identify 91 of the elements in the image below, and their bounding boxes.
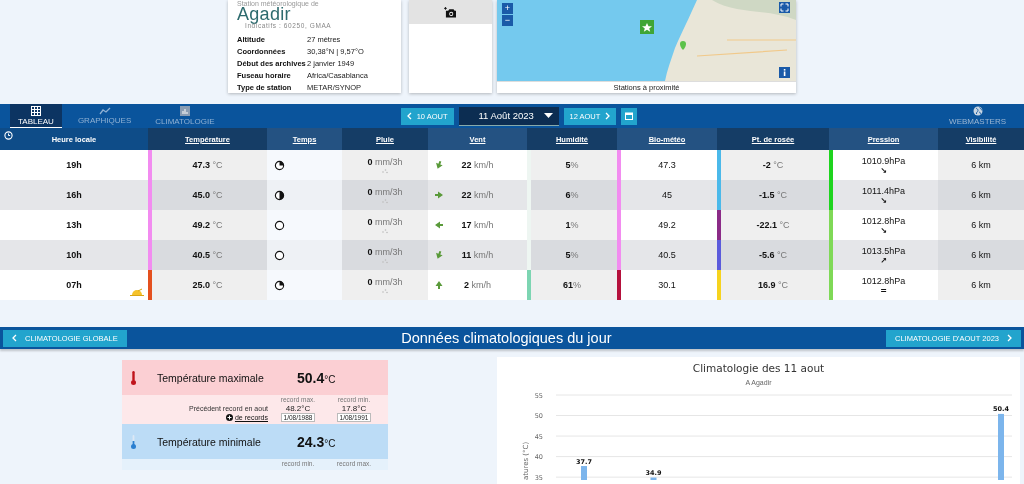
bar-chart-icon [179, 106, 190, 116]
dew-point-value: -5.6 °C [758, 250, 788, 260]
rain-value: 0 mm/3h [367, 156, 403, 167]
wind-value: 22 km/h [461, 190, 494, 200]
section-title: Données climatologiques du jour [401, 330, 612, 346]
bar [650, 477, 657, 480]
hour-cell: 19h [0, 150, 148, 180]
temperature-value: 47.3 °C [192, 160, 223, 170]
record-label: Température maximale [157, 371, 265, 384]
wind-value: 22 km/h [461, 160, 494, 170]
add-camera-icon[interactable] [444, 6, 457, 18]
visibility-value: 6 km [971, 280, 991, 290]
thermometer-icon [130, 434, 137, 449]
rain-drops-icon [381, 257, 389, 264]
record-temperature: 17.8°C [341, 404, 367, 413]
view-tab[interactable]: GRAPHIQUES [69, 104, 140, 128]
bio-value: 40.5 [658, 250, 676, 260]
bar [998, 413, 1004, 480]
view-tab[interactable]: TABLEAU [10, 104, 62, 128]
bio-value: 45 [662, 190, 672, 200]
rain-value: 0 mm/3h [367, 246, 403, 257]
grid-icon [30, 105, 41, 116]
hour-cell: 07h [0, 270, 148, 300]
pressure-value: 1013.5hPa [861, 245, 906, 256]
temperature-value: 45.0 °C [192, 190, 223, 200]
pressure-trend: ↘ [880, 226, 887, 235]
fullscreen-icon[interactable] [779, 2, 790, 13]
zoom-in-button[interactable]: + [502, 3, 513, 14]
dew-point-value: -22.1 °C [756, 220, 790, 230]
zoom-out-button[interactable]: − [502, 15, 513, 26]
info-icon[interactable] [779, 67, 790, 78]
pressure-value: 1012.8hPa [861, 215, 906, 226]
visibility-value: 6 km [971, 250, 991, 260]
humidity-value: 6% [565, 190, 579, 200]
temperature-value: 25.0 °C [192, 280, 223, 290]
rain-drops-icon [381, 197, 389, 204]
thermometer-icon [130, 370, 137, 385]
station-name: Agadir [237, 7, 291, 22]
line-chart-icon [98, 107, 111, 115]
pressure-trend: ↘ [880, 166, 887, 175]
record-value: 50.4°C [297, 369, 336, 386]
rain-drops-icon [381, 287, 389, 294]
visibility-value: 6 km [971, 190, 991, 200]
chevron-right-icon [1007, 334, 1012, 342]
date-select[interactable]: 11 Août 2023 [458, 106, 559, 126]
chevron-left-icon [406, 112, 412, 120]
bio-value: 47.3 [658, 160, 676, 170]
hour-cell: 13h [0, 210, 148, 240]
rain-value: 0 mm/3h [367, 216, 403, 227]
record-label: Température minimale [157, 435, 262, 448]
visibility-value: 6 km [971, 220, 991, 230]
dew-point-value: -1.5 °C [758, 190, 788, 200]
clock-icon [4, 131, 13, 140]
humidity-value: 1% [565, 220, 579, 230]
pressure-trend: ↘ [880, 196, 887, 205]
bar [581, 466, 587, 480]
rain-value: 0 mm/3h [367, 276, 403, 287]
view-tab[interactable]: CLIMATOLOGIE [147, 104, 223, 128]
chevron-left-icon [12, 334, 17, 342]
rain-drops-icon [381, 167, 389, 174]
humidity-value: 5% [565, 160, 579, 170]
chart-title: Climatologie des 11 aout [692, 362, 825, 375]
temperature-value: 40.5 °C [192, 250, 223, 260]
hour-cell: 16h [0, 180, 148, 210]
hour-cell: 10h [0, 240, 148, 270]
wind-value: 17 km/h [461, 220, 494, 230]
record-temperature: 48.2°C [285, 404, 311, 413]
humidity-value: 5% [565, 250, 579, 260]
pressure-value: 1010.9hPa [861, 155, 906, 166]
record-value: 24.3°C [297, 433, 336, 450]
temperature-value: 49.2 °C [192, 220, 223, 230]
visibility-value: 6 km [971, 160, 991, 170]
humidity-value: 61% [563, 280, 581, 290]
pressure-trend: = [880, 286, 887, 295]
chevron-right-icon [605, 112, 611, 120]
dew-point-value: 16.9 °C [757, 280, 789, 290]
bio-value: 49.2 [658, 220, 676, 230]
pressure-value: 1012.8hPa [861, 275, 906, 286]
rain-value: 0 mm/3h [367, 186, 403, 197]
calendar-icon [625, 112, 634, 120]
caret-down-icon [543, 113, 553, 118]
pressure-value: 1011.4hPa [862, 185, 905, 196]
plus-circle-icon [225, 414, 233, 421]
webmasters-link[interactable]: WEBMASTERS [943, 105, 1012, 127]
dew-point-value: -2 °C [762, 160, 784, 170]
bio-value: 30.1 [658, 280, 676, 290]
wind-value: 11 km/h [461, 250, 494, 260]
rain-drops-icon [381, 227, 389, 234]
wind-value: 2 km/h [464, 280, 491, 290]
pressure-trend: ↗ [880, 256, 887, 265]
calendar-button[interactable] [621, 107, 638, 125]
